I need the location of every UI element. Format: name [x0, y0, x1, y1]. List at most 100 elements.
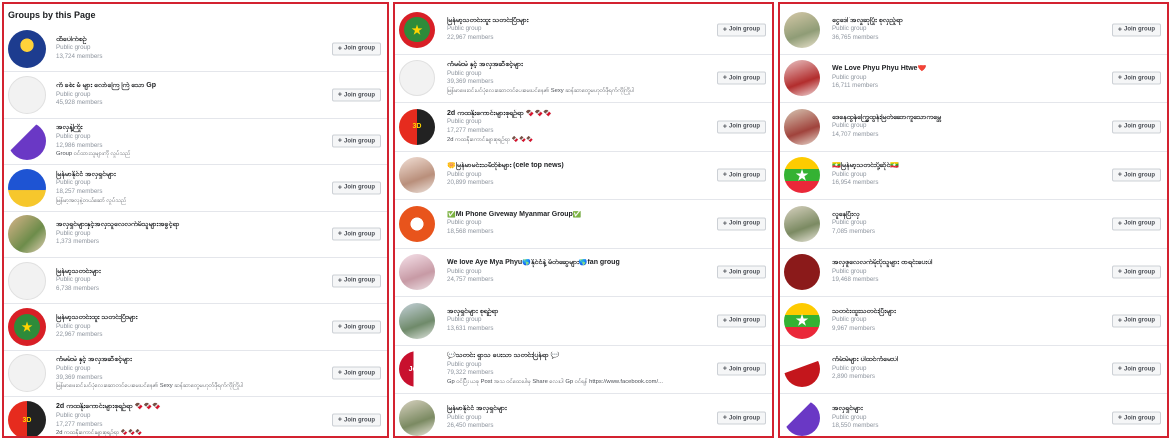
group-avatar[interactable]: [8, 215, 46, 254]
group-name[interactable]: 🌼မြန်မာမင်းသမီးဝိုစ်များ (cele top news): [447, 162, 712, 171]
group-info: အလှရှင်များ စုရဉ်ရာ Public group 13,631 me…: [447, 308, 712, 334]
group-avatar[interactable]: [399, 60, 435, 97]
group-avatar[interactable]: [784, 108, 820, 145]
group-avatar[interactable]: ★: [399, 11, 435, 48]
group-name[interactable]: မြန်မာ့သတင်းထူး သတင်းပြီးများ: [56, 314, 327, 323]
group-name[interactable]: ကံမမ်းမဲ နှင့် အလှအဆီစင့်များ: [447, 61, 712, 70]
join-group-button[interactable]: + Join group: [716, 362, 766, 376]
join-group-button[interactable]: + Join group: [1111, 23, 1161, 37]
join-group-button[interactable]: + Join group: [716, 411, 766, 425]
group-name[interactable]: အလှရှင်များနှင့်အလှသူလေလက်မိသူများအခွင့်…: [56, 221, 327, 230]
group-name[interactable]: သတင်းထူးသတင်းပြီးများ: [832, 308, 1107, 317]
join-group-button[interactable]: + Join group: [331, 413, 381, 427]
join-group-button[interactable]: + Join group: [1111, 120, 1161, 134]
group-avatar[interactable]: [784, 400, 820, 436]
group-name[interactable]: ကံမမ်းမဲ နှင့် အလှအဆီစင့်များ: [56, 356, 327, 365]
group-avatar[interactable]: [399, 205, 435, 242]
group-avatar[interactable]: [784, 11, 820, 48]
group-name[interactable]: လူနေပြီးလှ: [832, 211, 1107, 220]
group-name[interactable]: အလှရှင်များ: [832, 405, 1107, 414]
group-type: Public group: [447, 25, 482, 33]
group-type: Public group: [832, 25, 867, 33]
group-name[interactable]: 💬သတင်း ရှာသ ပေးသာ သတင်းပြန်ရာ 💬: [447, 352, 712, 361]
group-avatar[interactable]: ★: [784, 302, 820, 339]
plus-icon: +: [337, 323, 342, 331]
group-info: ကံမမ်းမဲ နှင့် အလှအဆီစင့်များ Public grou…: [447, 61, 712, 95]
join-group-label: Join group: [729, 26, 760, 33]
group-avatar[interactable]: [399, 157, 435, 194]
group-avatar[interactable]: [8, 76, 46, 115]
join-group-button[interactable]: + Join group: [331, 134, 381, 148]
group-type: Public group: [56, 90, 91, 98]
group-name[interactable]: အလှရှင်များ စုရဉ်ရာ: [447, 308, 712, 317]
group-avatar[interactable]: ★: [784, 157, 820, 194]
group-avatar[interactable]: [784, 351, 820, 388]
join-group-button[interactable]: + Join group: [331, 181, 381, 195]
group-info: ကံမမ်းမဲ နှင့် အလှအဆီစင့်များ Public grou…: [56, 356, 327, 390]
group-avatar[interactable]: [784, 254, 820, 291]
join-group-label: Join group: [344, 324, 375, 331]
join-group-button[interactable]: + Join group: [716, 217, 766, 231]
join-group-button[interactable]: + Join group: [716, 23, 766, 37]
join-group-button[interactable]: + Join group: [331, 42, 381, 56]
group-avatar[interactable]: Join): [399, 351, 435, 388]
join-group-button[interactable]: + Join group: [331, 274, 381, 288]
group-avatar[interactable]: 3D: [8, 401, 46, 436]
group-avatar[interactable]: [399, 400, 435, 436]
group-avatar[interactable]: ★: [8, 308, 46, 347]
group-name[interactable]: 2d ကထနိုးကောင်းများ‌စုရဉ်ရာ 🍫🍫🍫: [56, 403, 327, 412]
join-group-button[interactable]: + Join group: [716, 314, 766, 328]
join-group-button[interactable]: + Join group: [716, 265, 766, 279]
group-name[interactable]: မြန်မာ့သတင်းများ: [56, 268, 327, 277]
group-member-count: 17,277 members: [56, 420, 103, 428]
group-name[interactable]: အလှနဲ့ကြိုး: [56, 124, 327, 133]
group-name[interactable]: ကံမ်းမဲများ ပါထင်ကံမေးပါ: [832, 356, 1107, 365]
group-name[interactable]: ဒေနေထွန်ကြွှေထွန်းမြတ်ဆောကူသောကမ္ဘေ: [832, 114, 1107, 123]
join-group-button[interactable]: + Join group: [1111, 265, 1161, 279]
group-avatar[interactable]: [8, 261, 46, 300]
group-row: ကံမ်းမဲများ ပါထင်ကံမေးပါ Public group 2,89…: [780, 346, 1167, 394]
join-group-button[interactable]: + Join group: [716, 168, 766, 182]
group-avatar[interactable]: [784, 205, 820, 242]
join-group-button[interactable]: + Join group: [1111, 71, 1161, 85]
group-name[interactable]: We Love Phyu Phyu Htwe❤️: [832, 65, 1107, 74]
group-avatar[interactable]: 3D: [399, 108, 435, 145]
group-name[interactable]: We love Aye Mya Phyu🌎နိုင်ငံနဲ့ မိတ်ဆွေမ…: [447, 259, 712, 268]
group-row: ★ 🇲🇲မြန်မာ့သတင်းပို့ဆိုင်🇲🇲 Public group 16…: [780, 152, 1167, 200]
join-group-button[interactable]: + Join group: [1111, 168, 1161, 182]
group-name[interactable]: ထီပေါက်စဉ်: [56, 36, 327, 45]
group-name[interactable]: 2d ကထနိုးကောင်းများ‌စုရဉ်ရာ 🍫🍫🍫: [447, 110, 712, 119]
group-info: 💬သတင်း ရှာသ ပေးသာ သတင်းပြန်ရာ 💬 Public gr…: [447, 352, 712, 386]
group-name[interactable]: ငွေဒေါ်အလှုဆုပြိုး စုလှည့်ရာ: [832, 17, 1107, 26]
group-info: ဒေနေထွန်ကြွှေထွန်းမြတ်ဆောကူသောကမ္ဘေ Publi…: [832, 114, 1107, 140]
join-group-button[interactable]: + Join group: [716, 120, 766, 134]
join-group-button[interactable]: + Join group: [331, 320, 381, 334]
group-avatar[interactable]: [8, 29, 46, 68]
group-avatar[interactable]: [8, 168, 46, 207]
group-name[interactable]: ✅Mi Phone Giveway Myanmar Group✅: [447, 211, 712, 220]
group-name[interactable]: ကိ ခစ်း မံ များ လော်ကြေ ကြဲ သော Gp: [56, 82, 327, 91]
join-group-button[interactable]: + Join group: [331, 227, 381, 241]
group-avatar[interactable]: [8, 354, 46, 393]
group-avatar[interactable]: [399, 302, 435, 339]
plus-icon: +: [722, 268, 727, 276]
join-group-button[interactable]: + Join group: [716, 71, 766, 85]
group-row: ★ သတင်းထူးသတင်းပြီးများ Public group 9,967 …: [780, 297, 1167, 346]
groups-panel-middle: ★ မြန်မာ့သတင်းထူး သတင်းပြီးများ Public gro…: [393, 2, 774, 438]
group-name[interactable]: အလှဖူလေလက်မိုးပိုသူများ ဝာရင်းပေးပါ: [832, 259, 1107, 268]
join-group-button[interactable]: + Join group: [331, 88, 381, 102]
group-name[interactable]: မြန်မာနိုင်ငံ အလှရှင်များ: [447, 405, 712, 414]
group-avatar[interactable]: [399, 254, 435, 291]
group-avatar[interactable]: [8, 122, 46, 161]
join-group-button[interactable]: + Join group: [1111, 314, 1161, 328]
group-name[interactable]: 🇲🇲မြန်မာ့သတင်းပို့ဆိုင်🇲🇲: [832, 162, 1107, 171]
join-group-button[interactable]: + Join group: [331, 366, 381, 380]
group-name[interactable]: မြန်မာနိုင်ငံ အလှရှင်များ: [56, 171, 327, 180]
join-group-button[interactable]: + Join group: [1111, 217, 1161, 231]
group-avatar[interactable]: [784, 60, 820, 97]
group-name[interactable]: မြန်မာ့သတင်းထူး သတင်းပြီးများ: [447, 17, 712, 26]
group-row: 3D 2d ကထနိုးကောင်းများ‌စုရဉ်ရာ 🍫🍫🍫 Public …: [395, 103, 772, 152]
join-group-button[interactable]: + Join group: [1111, 411, 1161, 425]
join-group-button[interactable]: + Join group: [1111, 362, 1161, 376]
group-type: Public group: [832, 122, 867, 130]
